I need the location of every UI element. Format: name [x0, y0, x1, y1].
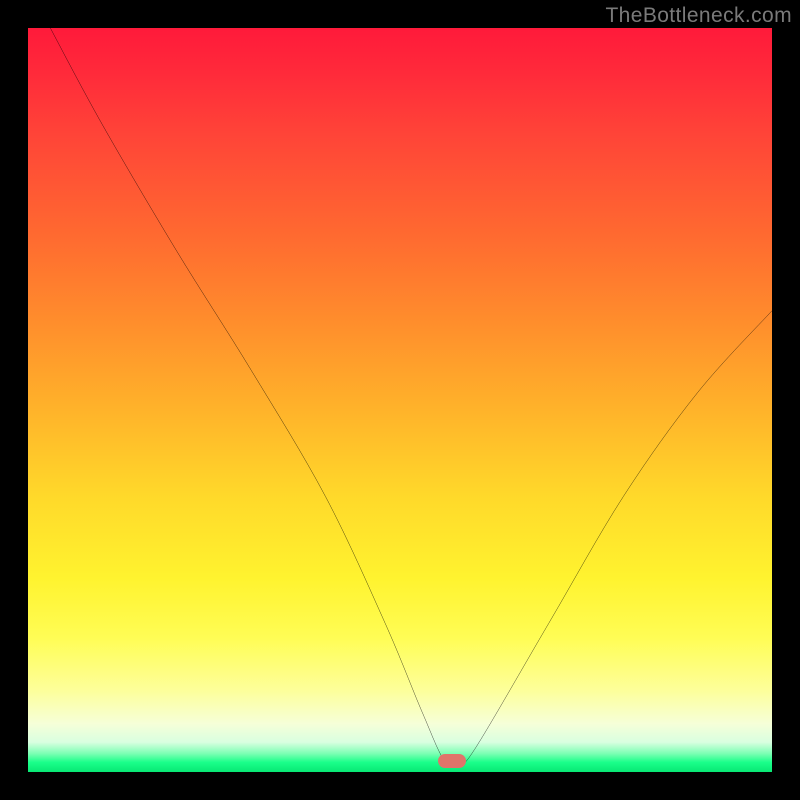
optimal-marker	[438, 754, 466, 768]
curve-path	[50, 28, 772, 765]
bottleneck-curve	[28, 28, 772, 772]
chart-frame: TheBottleneck.com	[0, 0, 800, 800]
plot-area	[28, 28, 772, 772]
watermark-text: TheBottleneck.com	[605, 4, 792, 28]
